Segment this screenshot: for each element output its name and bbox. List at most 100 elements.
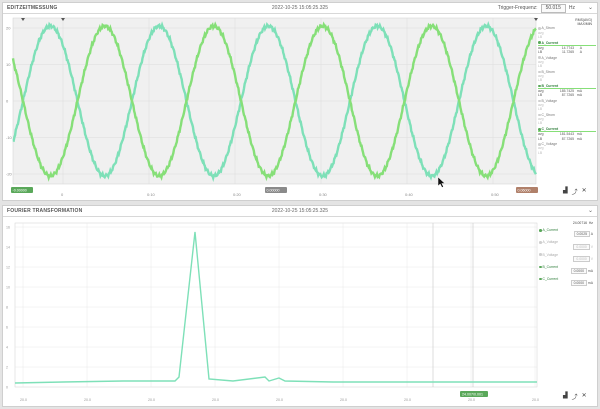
cursor-mid-tag[interactable]: 0.00000: [265, 187, 287, 193]
channel-item[interactable]: C_Strom avg LB: [538, 113, 596, 126]
close-icon[interactable]: ✕: [582, 187, 587, 196]
channel-value-row: LB: [538, 64, 543, 69]
x-tick-label: 20.0: [468, 398, 475, 402]
chart-icon[interactable]: ▟: [563, 392, 568, 401]
x-tick-label: 0:30: [319, 192, 328, 197]
channel-item[interactable]: B_Voltage avg LB: [538, 99, 596, 112]
y-tick-label: 14: [6, 246, 10, 250]
plot-area: [14, 222, 538, 388]
channel-dot-icon: [538, 70, 541, 74]
channel-value-row: LB 87.7265 mA: [538, 93, 582, 98]
y-tick-label: 10: [6, 62, 11, 67]
channel-item[interactable]: B_Strom avg LB: [538, 70, 596, 83]
channel-dot-icon: [538, 56, 541, 59]
panel-timestamp: 2022-10-25 15:05:25.325: [271, 208, 329, 214]
trigger-frequency: Trigger-Frequenz: 50.015 Hz: [498, 3, 575, 14]
y-tick-label: 2: [6, 366, 8, 370]
frequency-marker-tag[interactable]: 24.007/0.001: [460, 391, 488, 397]
y-tick-label: -10: [6, 135, 13, 140]
svg-text:0.06000: 0.06000: [518, 189, 531, 193]
channel-value-row: LB 87.7265 mA: [538, 136, 582, 141]
channel-value-row: LB: [538, 150, 543, 155]
cursor-end-tag[interactable]: 0.06000: [516, 187, 538, 193]
channel-value: 0.0000 V: [539, 243, 595, 250]
channel-item[interactable]: A_Strom avg LB: [538, 26, 596, 39]
y-tick-label: 16: [6, 226, 10, 230]
y-tick-label: 8: [6, 306, 8, 310]
fourier-channel-item[interactable]: A_Voltage 0.0000 V: [539, 240, 595, 250]
x-tick-label: 20.0: [148, 398, 155, 402]
channel-list: RMS(AVG) MAX/MIN A_Strom avg LB A_Current avg 1…: [538, 18, 596, 156]
channel-value-row: LB 11.7265 A: [538, 49, 582, 54]
trend-icon[interactable]: ⤴: [572, 187, 578, 196]
plot-tools: ▟ ⤴ ✕: [563, 187, 587, 196]
x-tick-label: 20.0: [340, 398, 347, 402]
x-tick-label: 20.0: [20, 398, 27, 402]
chevron-down-icon[interactable]: ⌄: [588, 3, 593, 14]
mouse-pointer-icon: [438, 177, 446, 188]
channel-dot-icon: [538, 41, 541, 44]
plot-tools: ▟ ⤴ ✕: [563, 392, 587, 401]
channel-value-row: LB: [538, 78, 543, 83]
trigger-frequency-value[interactable]: 50.015: [540, 4, 566, 13]
chevron-down-icon[interactable]: ⌄: [588, 206, 593, 217]
channel-dot-icon: [538, 27, 541, 30]
channel-value: 0.0000 mA: [539, 268, 595, 275]
panel-header: FOURIER TRANSFORMATION 2022-10-25 15:05:…: [3, 206, 597, 217]
svg-text:-0.00000: -0.00000: [13, 189, 27, 193]
fourier-channel-item[interactable]: B_Voltage 0.0000 V: [539, 253, 595, 262]
channel-value-row: LB: [538, 107, 543, 112]
channel-item[interactable]: C_Current avg 181.5443 mA LB 87.7265 mA: [538, 127, 596, 141]
svg-text:0.00000: 0.00000: [267, 189, 280, 193]
y-tick-label: 6: [6, 326, 8, 330]
trigger-unit: Hz: [568, 5, 575, 11]
channel-item[interactable]: A_Current avg 14.7743 A LB 11.7265 A: [538, 41, 596, 55]
channel-value: 0.0000 V: [539, 255, 595, 262]
x-tick-label: 0:20: [233, 192, 242, 197]
channel-dot-icon: [539, 277, 542, 281]
channel-dot-icon: [538, 113, 541, 117]
waveform-plot[interactable]: 20 10 0 -10 -20 0 0:10 0:20 0:30 0:40 0:50 -0.00000…: [3, 14, 543, 200]
y-tick-label: 0: [6, 386, 8, 390]
channel-dot-icon: [538, 99, 541, 103]
panel-header: EDITZEITMESSUNG 2022-10-25 15:05:25.325 …: [3, 3, 597, 14]
channel-dot-icon: [539, 265, 542, 269]
trend-icon[interactable]: ⤴: [572, 392, 578, 401]
channel-dot-icon: [539, 253, 542, 256]
cursor-start-tag[interactable]: -0.00000: [11, 187, 33, 193]
x-tick-label: 20.0: [212, 398, 219, 402]
fourier-channel-list: 24.00716 Hz A_Current 0.0025 A A_Voltage 0.0…: [539, 221, 595, 287]
y-tick-label: 4: [6, 346, 8, 350]
close-icon[interactable]: ✕: [582, 392, 587, 401]
x-tick-label: 20.0: [276, 398, 283, 402]
channel-item[interactable]: C_Voltage avg LB: [538, 142, 596, 155]
fourier-channel-item[interactable]: A_Current 0.0025 A: [539, 228, 595, 238]
x-tick-label: 20.0: [532, 398, 539, 402]
channel-list-header: RMS(AVG) MAX/MIN: [575, 18, 592, 27]
chart-icon[interactable]: ▟: [563, 187, 568, 196]
trigger-label: Trigger-Frequenz:: [497, 5, 538, 11]
x-tick-label: 20.0: [84, 398, 91, 402]
channel-item[interactable]: B_Current avg 185.7425 mA LB 87.7265 mA: [538, 84, 596, 98]
y-tick-label: 0: [6, 99, 9, 104]
x-tick-label: 0: [61, 192, 64, 197]
fourier-channel-item[interactable]: B_Current 0.0000 mA: [539, 265, 595, 275]
x-tick-label: 0:40: [405, 192, 414, 197]
channel-value-row: LB: [538, 121, 543, 126]
y-tick-label: 12: [6, 266, 10, 270]
y-tick-label: 10: [6, 286, 10, 290]
fourier-channel-item[interactable]: C_Current 0.0000 mA: [539, 277, 595, 287]
y-tick-label: 20: [6, 26, 11, 31]
channel-dot-icon: [538, 84, 541, 88]
channel-dot-icon: [539, 229, 542, 232]
time-measurement-panel: EDITZEITMESSUNG 2022-10-25 15:05:25.325 …: [2, 2, 598, 201]
channel-item[interactable]: A_Voltage avg LB: [538, 56, 596, 69]
channel-dot-icon: [539, 241, 542, 244]
fourier-list-header: 24.00716 Hz: [572, 221, 593, 225]
channel-value: 0.0025 A: [539, 231, 595, 238]
svg-text:24.007/0.001: 24.007/0.001: [462, 393, 483, 397]
channel-value: 0.0000 mA: [539, 280, 595, 287]
x-tick-label: 0:10: [147, 192, 156, 197]
fourier-panel: FOURIER TRANSFORMATION 2022-10-25 15:05:…: [2, 205, 598, 407]
spectrum-plot[interactable]: 16 14 12 10 8 6 4 2 0 20.0 20.0 20.0 20.0 20.0 20.0 20.…: [3, 217, 543, 406]
